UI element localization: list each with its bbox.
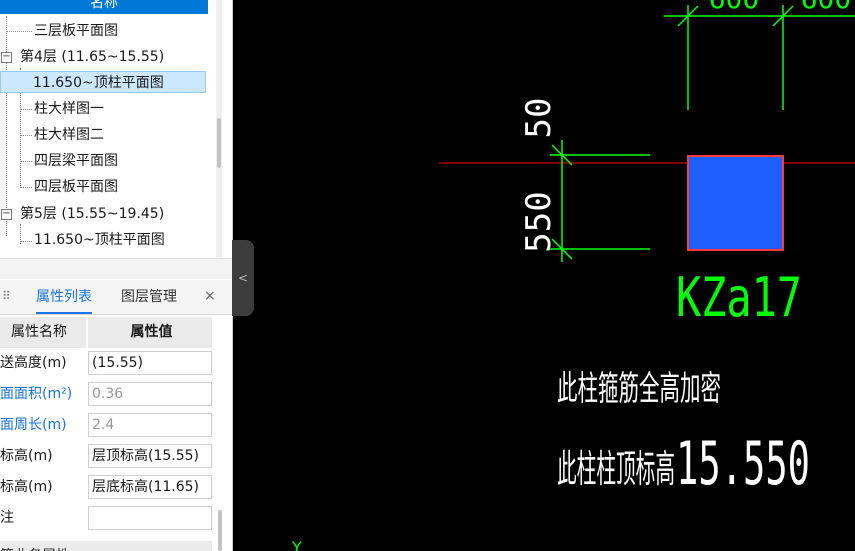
- table-row: 面周长(m) 2.4: [0, 410, 216, 441]
- left-panel: 名称 三层板平面图 − 第4层 (11.65~15.55) 11.650~顶柱平…: [0, 0, 233, 551]
- cad-drawing-canvas[interactable]: 600 600 50 550 KZa17 此柱箍筋全高加密 此柱柱顶标高 15.…: [254, 0, 855, 551]
- table-row: 面面积(m²) 0.36: [0, 379, 216, 410]
- tree-scrollbar-thumb[interactable]: [217, 118, 221, 168]
- property-value-field[interactable]: 层底标高(11.65): [88, 475, 212, 499]
- tab-properties[interactable]: 属性列表: [36, 280, 92, 314]
- column-kza17[interactable]: [687, 155, 784, 251]
- dimension-text-600-right: 600: [801, 0, 852, 15]
- property-value-field[interactable]: 2.4: [88, 413, 212, 437]
- note-stirrup-densified: 此柱箍筋全高加密: [557, 369, 721, 409]
- collapse-floor5-icon[interactable]: −: [1, 209, 12, 220]
- properties-scrollbar-thumb[interactable]: [218, 510, 222, 551]
- property-value-field[interactable]: [88, 506, 212, 530]
- properties-header-row: 属性名称 属性值: [0, 317, 216, 348]
- note-column-top-elevation-prefix: 此柱柱顶标高: [557, 447, 675, 491]
- tree-item-floor4[interactable]: 第4层 (11.65~15.55): [20, 45, 164, 69]
- table-row: 标高(m) 层顶标高(15.55): [0, 441, 216, 472]
- tree-guide-line: [20, 135, 32, 136]
- tree-item-floor3-slab-plan[interactable]: 三层板平面图: [34, 19, 118, 43]
- property-value-field[interactable]: 0.36: [88, 382, 212, 406]
- properties-tab-bar: ⠿ 属性列表 图层管理 ×: [0, 280, 232, 315]
- property-name: 送高度(m): [0, 348, 86, 379]
- property-name: 面面积(m²): [0, 379, 86, 410]
- table-row: 标高(m) 层底标高(11.65): [0, 472, 216, 503]
- tree-item-column-detail-1[interactable]: 柱大样图一: [34, 97, 104, 121]
- property-name: 标高(m): [0, 441, 86, 472]
- tree-guide-line: [20, 161, 32, 162]
- tree-item-floor5[interactable]: 第5层 (15.55~19.45): [20, 202, 164, 226]
- property-name: 注: [0, 503, 86, 534]
- header-property-name: 属性名称: [0, 317, 86, 348]
- tree-guide-line: [20, 241, 32, 242]
- tree-item-floor4-slab-plan[interactable]: 四层板平面图: [34, 175, 118, 199]
- properties-table: 属性名称 属性值 送高度(m) (15.55) 面面积(m²) 0.36 面周长…: [0, 317, 216, 551]
- dimension-text-600-left: 600: [709, 0, 760, 15]
- table-row: 送高度(m) (15.55): [0, 348, 216, 379]
- property-group-row[interactable]: 筋业务属性: [0, 534, 216, 551]
- tree-item-floor4-column-plan[interactable]: 11.650~顶柱平面图: [0, 71, 206, 93]
- column-label: KZa17: [676, 266, 802, 329]
- property-name: 标高(m): [0, 472, 86, 503]
- tree-guide-line: [20, 109, 32, 110]
- tab-layers[interactable]: 图层管理: [121, 280, 177, 314]
- property-value-field[interactable]: 层顶标高(15.55): [88, 444, 212, 468]
- tree-item-floor4-beam-plan[interactable]: 四层梁平面图: [34, 149, 118, 173]
- tree-guide-line: [6, 16, 7, 236]
- dimension-text-50: 50: [519, 98, 559, 139]
- tree-guide-line: [6, 31, 32, 32]
- tree-header: 名称: [0, 0, 208, 14]
- drawing-tree: 名称 三层板平面图 − 第4层 (11.65~15.55) 11.650~顶柱平…: [0, 0, 214, 258]
- note-column-top-elevation-value: 15.550: [676, 429, 810, 499]
- collapse-panel-button[interactable]: <: [232, 240, 254, 316]
- dimension-text-550: 550: [519, 191, 559, 252]
- axis-y-label: Y: [291, 538, 302, 551]
- tree-guide-line: [20, 187, 32, 188]
- tree-footer: [0, 258, 232, 279]
- drag-grip-icon[interactable]: ⠿: [2, 289, 11, 303]
- property-value-field[interactable]: (15.55): [88, 351, 212, 375]
- table-row: 注: [0, 503, 216, 534]
- property-name: 面周长(m): [0, 410, 86, 441]
- tree-item-column-detail-2[interactable]: 柱大样图二: [34, 123, 104, 147]
- collapse-floor4-icon[interactable]: −: [1, 52, 12, 63]
- tree-item-floor5-column-plan[interactable]: 11.650~顶柱平面图: [34, 228, 165, 252]
- header-property-value: 属性值: [88, 317, 212, 348]
- close-icon[interactable]: ×: [204, 288, 216, 304]
- property-group-label: 筋业务属性: [0, 541, 212, 551]
